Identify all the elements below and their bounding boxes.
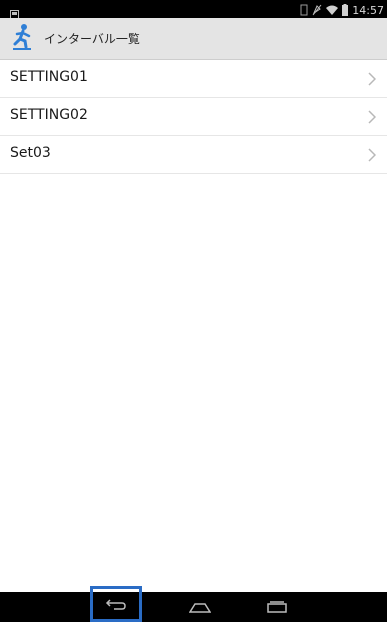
status-bar: 14:57 [0,0,387,19]
chevron-right-icon [368,71,377,90]
action-bar: インターバル一覧 [0,18,387,60]
navigation-bar [0,586,387,622]
home-button[interactable] [180,592,220,622]
recents-button[interactable] [257,592,297,622]
status-time: 14:57 [352,3,384,17]
recents-icon [267,598,287,617]
chevron-right-icon [368,109,377,128]
list-item[interactable]: Set03 [0,136,387,174]
chevron-right-icon [368,147,377,166]
back-icon [105,595,127,614]
back-button[interactable] [90,586,142,622]
runner-logo-icon[interactable] [9,23,37,57]
list-item-label: SETTING01 [10,69,88,85]
list-item-label: SETTING02 [10,107,88,123]
list-item[interactable]: SETTING02 [0,98,387,136]
home-icon [188,598,212,617]
interval-list: SETTING01 SETTING02 Set03 [0,60,387,174]
list-item[interactable]: SETTING01 [0,60,387,98]
page-title: インターバル一覧 [44,32,140,46]
list-item-label: Set03 [10,145,51,161]
